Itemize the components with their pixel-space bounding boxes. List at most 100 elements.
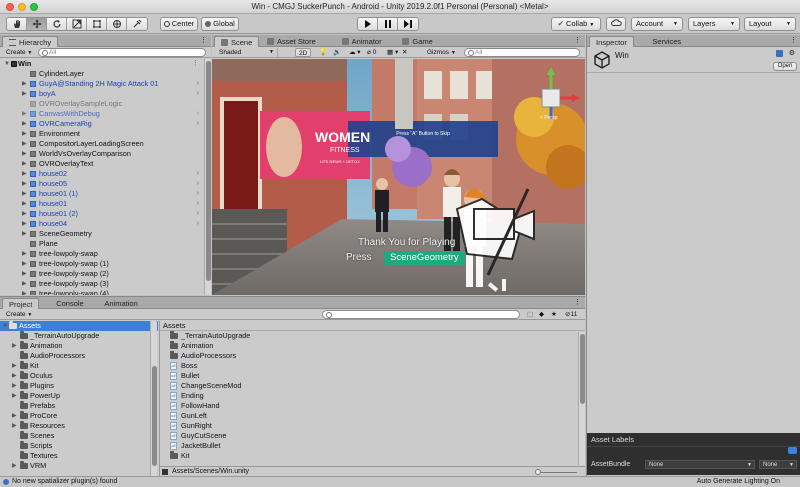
hierarchy-item[interactable]: ▶ tree-lowpoly-swap (1) xyxy=(0,259,203,269)
hierarchy-item[interactable]: ▶ house01 (2) › xyxy=(0,209,203,219)
panel-menu-icon[interactable]: ⋮ xyxy=(790,36,797,44)
tab-scene-3[interactable]: Game xyxy=(396,36,438,47)
file-item[interactable]: c# GunLeft xyxy=(160,411,585,421)
project-tree-item[interactable]: ▶ VRM xyxy=(0,461,158,471)
hierarchy-item[interactable]: Plane xyxy=(0,239,203,249)
file-item[interactable]: Kit xyxy=(160,451,585,461)
open-prefab-icon[interactable]: › xyxy=(197,109,199,119)
hierarchy-item[interactable]: ▶ CanvasWithDebug › xyxy=(0,109,203,119)
expand-arrow-icon[interactable]: ▶ xyxy=(22,249,27,259)
hierarchy-item[interactable]: ▶ house01 (1) › xyxy=(0,189,203,199)
hierarchy-scroll-thumb[interactable] xyxy=(206,61,211,281)
lighting-toggle-icon[interactable]: 💡 xyxy=(316,48,330,57)
file-item[interactable]: c# Boss xyxy=(160,361,585,371)
project-tree-item[interactable]: ▶ Oculus xyxy=(0,371,158,381)
expand-arrow-icon[interactable]: ▼ xyxy=(4,59,10,69)
settings-icon[interactable]: ⚙ xyxy=(789,49,795,57)
asset-bundle-dropdown[interactable]: None ▼ xyxy=(645,460,755,469)
pause-button[interactable] xyxy=(378,18,398,30)
tab-project-0[interactable]: Project xyxy=(2,298,40,309)
collab-dropdown[interactable]: ✔ Collab ▼ xyxy=(551,17,601,31)
tab-inspector-1[interactable]: Services xyxy=(646,36,687,47)
play-button[interactable] xyxy=(358,18,378,30)
project-tree-item[interactable]: ▶ Kit xyxy=(0,361,158,371)
account-dropdown[interactable]: Account ▼ xyxy=(631,17,683,31)
expand-arrow-icon[interactable]: ▶ xyxy=(22,289,27,295)
hierarchy-item[interactable]: ▶ tree-lowpoly-swap (2) xyxy=(0,269,203,279)
hierarchy-search-input[interactable]: All xyxy=(38,48,206,57)
file-item[interactable]: c# JacketBullet xyxy=(160,441,585,451)
expand-arrow-icon[interactable]: ▶ xyxy=(22,139,27,149)
hierarchy-item[interactable]: ▶ OVRCameraRig › xyxy=(0,119,203,129)
hidden-packages-icon[interactable]: ⊘11 xyxy=(562,310,580,319)
project-tree-item[interactable]: AudioProcessors xyxy=(0,351,158,361)
files-scroll-thumb[interactable] xyxy=(580,334,585,404)
open-prefab-icon[interactable]: › xyxy=(197,209,199,219)
scene-search-input[interactable]: All xyxy=(464,48,580,57)
project-tree-item[interactable]: ▶ ProCore xyxy=(0,411,158,421)
tab-scene-0[interactable]: Scene xyxy=(214,36,260,47)
chevron-down-icon[interactable]: ▼ xyxy=(2,321,8,331)
hierarchy-item[interactable]: ▶ house01 › xyxy=(0,199,203,209)
status-message[interactable]: No new spatializer plugin(s) found xyxy=(12,477,117,487)
expand-arrow-icon[interactable]: ▶ xyxy=(22,219,27,229)
visibility-icon[interactable]: ⌀ 0 xyxy=(364,48,379,57)
file-item[interactable]: c# Bullet xyxy=(160,371,585,381)
file-item[interactable]: c# GunRight xyxy=(160,421,585,431)
search-by-type-icon[interactable]: ⬚ xyxy=(524,310,536,319)
space-toggle-button[interactable]: Global xyxy=(201,17,239,31)
minimize-window-button[interactable] xyxy=(18,3,26,11)
selected-object-label[interactable]: SceneGeometry xyxy=(384,251,465,265)
expand-arrow-icon[interactable]: ▶ xyxy=(22,229,27,239)
panel-menu-icon[interactable]: ⋮ xyxy=(574,36,581,44)
hierarchy-item[interactable]: OVROverlaySampleLogic xyxy=(0,99,203,109)
lighting-status[interactable]: Auto Generate Lighting On xyxy=(697,477,780,487)
file-item[interactable]: c# FollowHand xyxy=(160,401,585,411)
expand-arrow-icon[interactable]: ▶ xyxy=(22,209,27,219)
file-item[interactable]: AudioProcessors xyxy=(160,351,585,361)
project-create-button[interactable]: Create ▼ xyxy=(3,310,35,319)
transform-tool-icon[interactable] xyxy=(107,18,127,30)
expand-arrow-icon[interactable]: ▶ xyxy=(12,361,17,371)
file-item[interactable]: Animation xyxy=(160,341,585,351)
effects-dropdown-icon[interactable]: ☁ ▾ xyxy=(346,48,364,57)
project-tree-item[interactable]: _TerrainAutoUpgrade xyxy=(0,331,158,341)
search-by-label-icon[interactable]: ◆ xyxy=(536,310,547,319)
hierarchy-item[interactable]: ▶ tree-lowpoly-swap (3) xyxy=(0,279,203,289)
hierarchy-item[interactable]: ▶ boyA › xyxy=(0,89,203,99)
tab-hierarchy[interactable]: Hierarchy xyxy=(2,36,59,47)
expand-arrow-icon[interactable]: ▶ xyxy=(12,461,17,471)
project-tree-item[interactable]: Scripts xyxy=(0,441,158,451)
hierarchy-root[interactable]: ▼ Win ⋮ xyxy=(0,59,203,69)
project-tree-item[interactable]: ▶ Plugins xyxy=(0,381,158,391)
expand-arrow-icon[interactable]: ▶ xyxy=(22,169,27,179)
hierarchy-item[interactable]: ▶ tree-lowpoly-swap xyxy=(0,249,203,259)
project-tree-scrollbar[interactable] xyxy=(150,321,157,477)
expand-arrow-icon[interactable]: ▶ xyxy=(12,411,17,421)
expand-arrow-icon[interactable]: ▶ xyxy=(12,391,17,401)
open-prefab-icon[interactable]: › xyxy=(197,169,199,179)
audio-toggle-icon[interactable]: 🔊 xyxy=(330,48,344,57)
open-prefab-icon[interactable]: › xyxy=(197,89,199,99)
expand-arrow-icon[interactable]: ▶ xyxy=(22,179,27,189)
tools-icon[interactable]: ✕ xyxy=(399,48,410,57)
expand-arrow-icon[interactable]: ▶ xyxy=(22,199,27,209)
expand-arrow-icon[interactable]: ▶ xyxy=(22,269,27,279)
favorite-icon[interactable]: ★ xyxy=(548,310,560,319)
cloud-button[interactable] xyxy=(606,17,626,31)
file-item[interactable]: _TerrainAutoUpgrade xyxy=(160,331,585,341)
custom-tool-icon[interactable] xyxy=(127,18,147,30)
rect-tool-icon[interactable] xyxy=(87,18,107,30)
hierarchy-item[interactable]: ▶ house02 › xyxy=(0,169,203,179)
project-tree-item[interactable]: ▼ Assets xyxy=(0,321,158,331)
hierarchy-item[interactable]: ▶ WorldVsOverlayComparison xyxy=(0,149,203,159)
open-prefab-icon[interactable]: › xyxy=(197,179,199,189)
project-tree-item[interactable]: Textures xyxy=(0,451,158,461)
file-item[interactable]: c# ChangeSceneMod xyxy=(160,381,585,391)
hierarchy-scrollbar[interactable] xyxy=(204,59,211,295)
expand-arrow-icon[interactable]: ▶ xyxy=(22,189,27,199)
open-prefab-icon[interactable]: › xyxy=(197,189,199,199)
help-icon[interactable] xyxy=(776,50,783,57)
hierarchy-item[interactable]: ▶ SceneGeometry xyxy=(0,229,203,239)
hierarchy-item[interactable]: ▶ Environment xyxy=(0,129,203,139)
